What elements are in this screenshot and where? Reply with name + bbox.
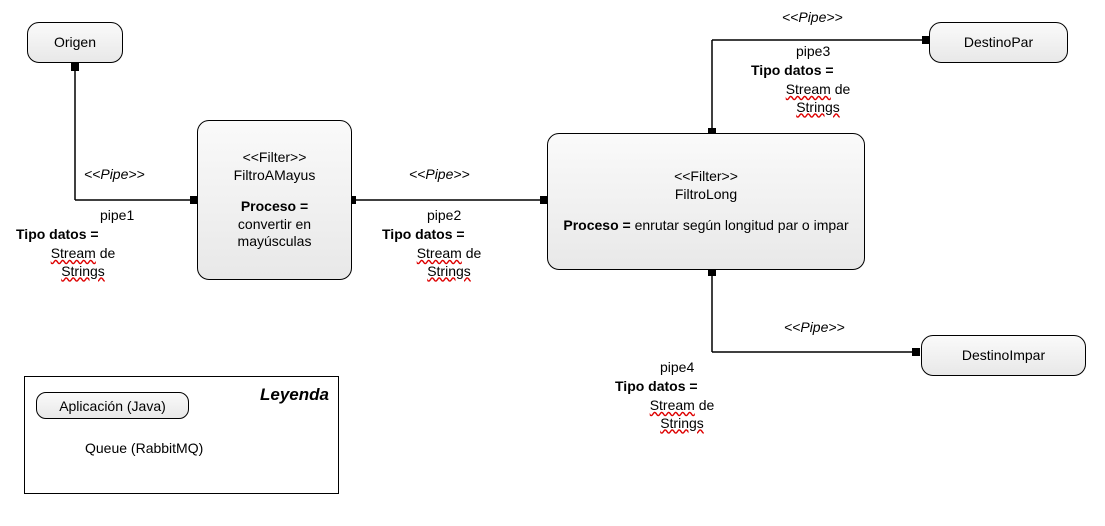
pipe3-stereotype: <<Pipe>>	[782, 9, 843, 27]
pipe4-name: pipe4	[660, 359, 694, 377]
pipe2-stereotype: <<Pipe>>	[409, 166, 470, 184]
pipe4-de: de	[695, 397, 714, 413]
pipe3-de: de	[831, 81, 850, 97]
legend-title: Leyenda	[260, 384, 329, 405]
pipe2-strings: Strings	[427, 263, 471, 279]
filtroamayus-name: FiltroAMayus	[208, 167, 341, 185]
filtrolong-stereotype: <<Filter>>	[558, 168, 854, 186]
legend-app: Aplicación (Java)	[36, 392, 189, 419]
filtrolong-name: FiltroLong	[558, 186, 854, 204]
pipe2-tipo-value: Stream de Strings	[399, 245, 499, 280]
pipe3-tipo-value: Stream de Strings	[768, 81, 868, 116]
legend-app-label: Aplicación (Java)	[59, 398, 166, 414]
filtrolong-process-desc: enrutar según longitud par o impar	[635, 217, 849, 233]
filtroamayus-process-desc: convertir en mayúsculas	[208, 216, 341, 251]
node-destinopar: DestinoPar	[929, 22, 1068, 63]
filtrolong-process-row: Proceso = enrutar según longitud par o i…	[558, 217, 854, 235]
pipe1-name: pipe1	[100, 207, 134, 225]
pipe1-de: de	[96, 245, 115, 261]
filtroamayus-stereotype: <<Filter>>	[208, 149, 341, 167]
node-destinopar-label: DestinoPar	[940, 34, 1057, 52]
pipe3-name: pipe3	[796, 43, 830, 61]
pipe1-strings: Strings	[61, 263, 105, 279]
pipe1-stream: Stream	[51, 245, 96, 261]
node-destinoimpar-label: DestinoImpar	[932, 347, 1075, 365]
pipe3-strings: Strings	[796, 99, 840, 115]
pipe2-de: de	[462, 245, 481, 261]
node-filtroamayus: <<Filter>> FiltroAMayus Proceso = conver…	[197, 120, 352, 280]
legend-queue: Queue (RabbitMQ)	[85, 440, 203, 458]
pipe3-tipo-label: Tipo datos =	[751, 62, 834, 80]
pipe2-stream: Stream	[417, 245, 462, 261]
node-origen-label: Origen	[38, 34, 112, 52]
pipe1-tipo-label: Tipo datos =	[16, 226, 99, 244]
filtroamayus-process-label: Proceso =	[208, 198, 341, 216]
pipe2-tipo-label: Tipo datos =	[382, 226, 465, 244]
filtrolong-process-label: Proceso =	[563, 217, 630, 233]
pipe2-name: pipe2	[427, 207, 461, 225]
pipe4-stereotype: <<Pipe>>	[784, 319, 845, 337]
pipe3-stream: Stream	[786, 81, 831, 97]
node-destinoimpar: DestinoImpar	[921, 335, 1086, 376]
pipe4-stream: Stream	[650, 397, 695, 413]
node-origen: Origen	[27, 22, 123, 63]
pipe4-tipo-value: Stream de Strings	[632, 397, 732, 432]
pipe4-tipo-label: Tipo datos =	[615, 378, 698, 396]
pipe1-stereotype: <<Pipe>>	[84, 166, 145, 184]
pipe1-tipo-value: Stream de Strings	[33, 245, 133, 280]
pipe4-strings: Strings	[660, 415, 704, 431]
node-filtrolong: <<Filter>> FiltroLong Proceso = enrutar …	[547, 133, 865, 270]
